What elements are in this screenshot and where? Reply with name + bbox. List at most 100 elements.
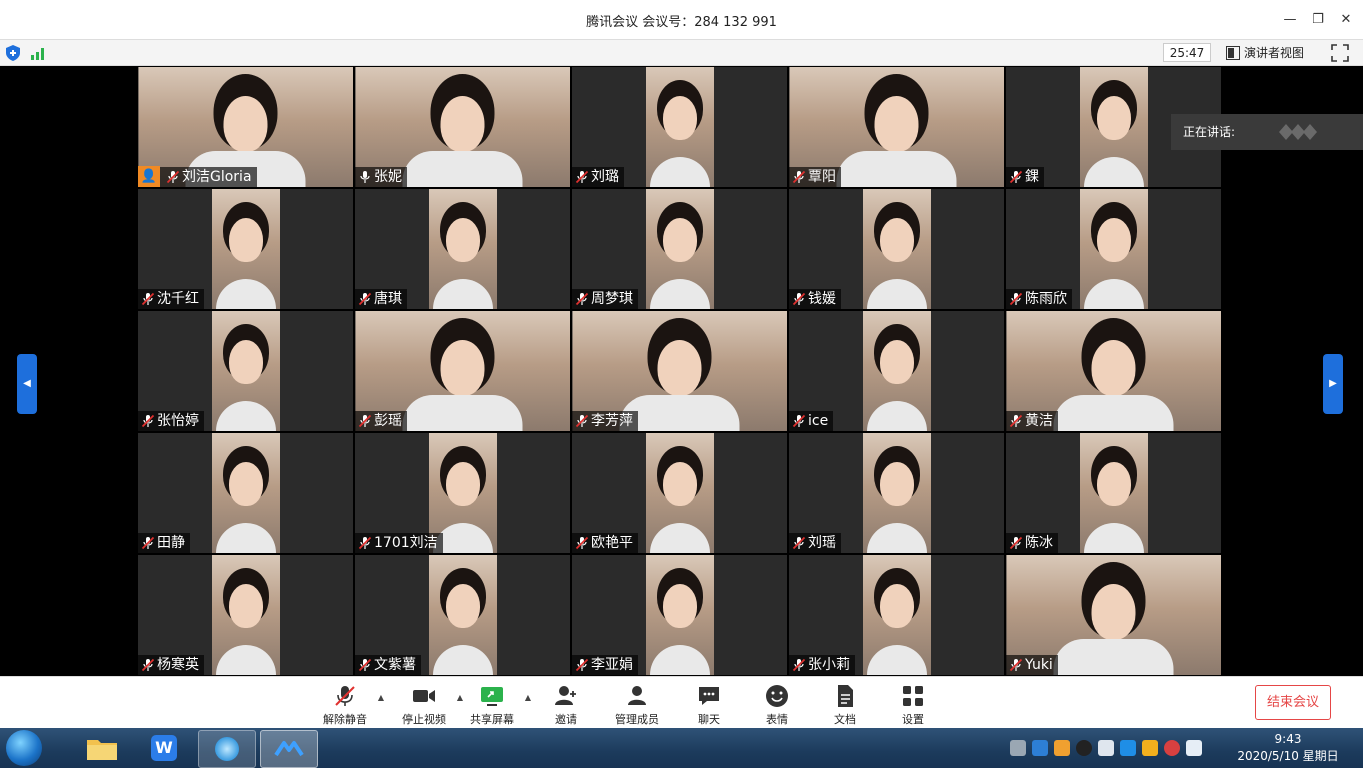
keyboard-icon[interactable] — [1010, 740, 1026, 756]
participant-tile[interactable]: 沈千红 — [138, 189, 353, 309]
stop-video-button[interactable]: 停止视频 ▲ — [401, 683, 463, 727]
close-button[interactable]: ✕ — [1334, 8, 1358, 32]
muted-mic-icon — [141, 536, 155, 550]
participant-tile[interactable]: 刘璐 — [572, 67, 787, 187]
participant-name-label: 彭瑶 — [355, 411, 407, 431]
participant-tile[interactable]: 欧艳平 — [572, 433, 787, 553]
participant-tile[interactable]: Yuki — [1006, 555, 1221, 675]
participant-tile[interactable]: 陈冰 — [1006, 433, 1221, 553]
security-app-icon[interactable] — [1120, 740, 1136, 756]
muted-mic-icon — [1009, 414, 1023, 428]
participant-video — [1079, 189, 1148, 309]
unmute-button[interactable]: 解除静音 ▲ — [322, 683, 384, 727]
share-screen-button[interactable]: 共享屏幕 ▲ — [469, 683, 531, 727]
participant-tile[interactable]: 唐琪 — [355, 189, 570, 309]
participant-tile[interactable]: 覃阳 — [789, 67, 1004, 187]
network-icon[interactable] — [1186, 740, 1202, 756]
participant-tile[interactable]: 李亚娟 — [572, 555, 787, 675]
participant-tile[interactable]: 黄洁 — [1006, 311, 1221, 431]
muted-mic-icon — [335, 686, 355, 706]
participant-tile[interactable]: 张小莉 — [789, 555, 1004, 675]
security-shield-icon[interactable] — [6, 45, 20, 61]
tray-app-icon[interactable] — [1032, 740, 1048, 756]
documents-label: 文档 — [834, 713, 856, 726]
manage-members-button[interactable]: 管理成员(31) — [604, 683, 670, 740]
network-signal-icon[interactable] — [31, 46, 47, 60]
mic-icon — [360, 171, 370, 183]
muted-mic-icon — [575, 414, 589, 428]
tray-app-icon[interactable] — [1054, 740, 1070, 756]
next-page-arrow-icon[interactable]: ▶ — [1323, 354, 1343, 414]
usb-device-icon[interactable] — [1098, 740, 1114, 756]
participant-video — [645, 189, 714, 309]
restore-button[interactable]: ❐ — [1306, 8, 1330, 32]
participant-video — [428, 189, 497, 309]
video-options-chevron-icon[interactable]: ▲ — [457, 693, 463, 702]
participant-tile[interactable]: 彭瑶 — [355, 311, 570, 431]
share-options-chevron-icon[interactable]: ▲ — [525, 693, 531, 702]
shield-tray-icon[interactable] — [1142, 740, 1158, 756]
participant-tile[interactable]: 周梦琪 — [572, 189, 787, 309]
muted-mic-icon — [141, 292, 155, 306]
end-meeting-button[interactable]: 结束会议 — [1255, 685, 1331, 720]
participant-name-label: 田静 — [138, 533, 190, 553]
invite-button[interactable]: 邀请 — [551, 683, 581, 727]
participant-tile[interactable]: 刘瑶 — [789, 433, 1004, 553]
participant-name: 李芳萍 — [591, 413, 633, 429]
participant-tile[interactable]: 1701刘洁 — [355, 433, 570, 553]
participant-tile[interactable]: ice — [789, 311, 1004, 431]
video-grid: 👤 刘洁Gloria 张妮 刘璐 覃阳 錁沈千红 唐琪 周梦琪 钱媛 陈雨欣张怡婷 彭瑶 李芳萍 ice… — [138, 67, 1222, 676]
reactions-label: 表情 — [766, 713, 788, 726]
qq-icon[interactable] — [1076, 740, 1092, 756]
participant-tile[interactable]: 李芳萍 — [572, 311, 787, 431]
chat-button[interactable]: 聊天 — [696, 683, 722, 727]
participant-tile[interactable]: 张妮 — [355, 67, 570, 187]
muted-mic-icon — [792, 292, 806, 306]
share-screen-label: 共享屏幕 — [470, 713, 514, 726]
invite-user-icon — [555, 686, 576, 705]
meeting-toolbar: 解除静音 ▲ 停止视频 ▲ 共享屏幕 ▲ 邀请 管理成员(31) — [0, 676, 1363, 740]
participant-tile[interactable]: 👤 刘洁Gloria — [138, 67, 353, 187]
participant-name: Yuki — [1025, 657, 1053, 673]
speaker-view-button[interactable]: 演讲者视图 — [1226, 43, 1304, 63]
meeting-timer: 25:47 — [1163, 43, 1211, 62]
participant-name-label: 1701刘洁 — [355, 533, 443, 553]
wps-office-icon[interactable]: W — [136, 730, 192, 766]
participant-video — [862, 189, 931, 309]
muted-mic-icon — [358, 658, 372, 672]
documents-button[interactable]: 文档 — [832, 683, 858, 727]
participant-name-label: 錁 — [1006, 167, 1044, 187]
participant-video — [211, 311, 280, 431]
participant-tile[interactable]: 田静 — [138, 433, 353, 553]
taskbar-clock[interactable]: 9:43 2020/5/10 星期日 — [1233, 731, 1343, 765]
participant-name: 覃阳 — [808, 169, 836, 185]
participant-tile[interactable]: 钱媛 — [789, 189, 1004, 309]
participant-tile[interactable]: 陈雨欣 — [1006, 189, 1221, 309]
muted-mic-icon — [792, 536, 806, 550]
clock-time: 9:43 — [1274, 732, 1302, 746]
muted-mic-icon — [792, 170, 806, 184]
participant-name-label: 张小莉 — [789, 655, 855, 675]
muted-mic-icon — [141, 658, 155, 672]
muted-mic-icon — [1009, 292, 1023, 306]
settings-button[interactable]: 设置 — [900, 683, 926, 727]
volume-muted-icon[interactable] — [1164, 740, 1180, 756]
minimize-button[interactable]: — — [1278, 8, 1302, 32]
audio-options-chevron-icon[interactable]: ▲ — [378, 693, 384, 702]
previous-page-arrow-icon[interactable]: ◀ — [17, 354, 37, 414]
fullscreen-icon[interactable] — [1330, 43, 1350, 63]
file-explorer-icon[interactable] — [74, 730, 130, 766]
meeting-info-bar: 25:47 演讲者视图 — [0, 40, 1363, 66]
windows-start-icon[interactable] — [6, 730, 42, 766]
participant-tile[interactable]: 杨寒英 — [138, 555, 353, 675]
reactions-button[interactable]: 表情 — [764, 683, 790, 727]
stop-video-label: 停止视频 — [402, 713, 446, 726]
participant-tile[interactable]: 文紫薯 — [355, 555, 570, 675]
participant-tile[interactable]: 张怡婷 — [138, 311, 353, 431]
muted-mic-icon — [166, 170, 180, 184]
participant-name-label: 沈千红 — [138, 289, 204, 309]
tencent-meeting-taskbar-icon[interactable] — [260, 730, 318, 768]
participant-video — [1079, 433, 1148, 553]
browser-app-icon[interactable] — [198, 730, 256, 768]
participant-video — [428, 555, 497, 675]
